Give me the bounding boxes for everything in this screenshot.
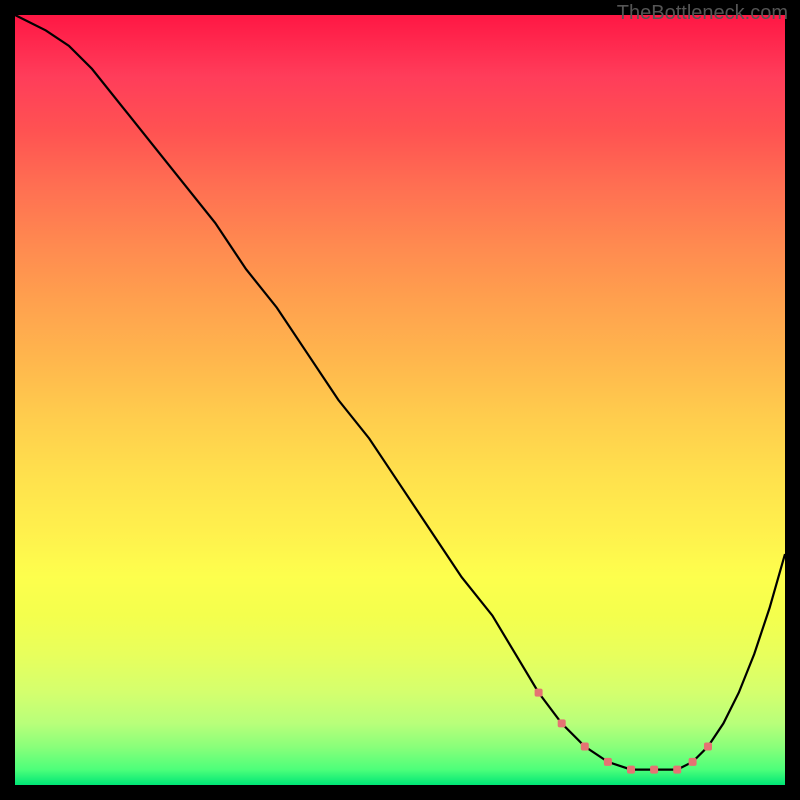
curve-marker (558, 719, 566, 727)
curve-marker (581, 743, 589, 751)
curve-marker (627, 766, 635, 774)
chart-container: TheBottleneck.com (0, 0, 800, 800)
curve-marker (673, 766, 681, 774)
curve-svg (15, 15, 785, 785)
curve-marker (535, 689, 543, 697)
bottleneck-curve-path (15, 15, 785, 770)
curve-marker (689, 758, 697, 766)
curve-marker (604, 758, 612, 766)
curve-marker (650, 766, 658, 774)
watermark-label: TheBottleneck.com (617, 2, 788, 25)
curve-marker (704, 743, 712, 751)
plot-area (15, 15, 785, 785)
marker-group (535, 689, 712, 774)
